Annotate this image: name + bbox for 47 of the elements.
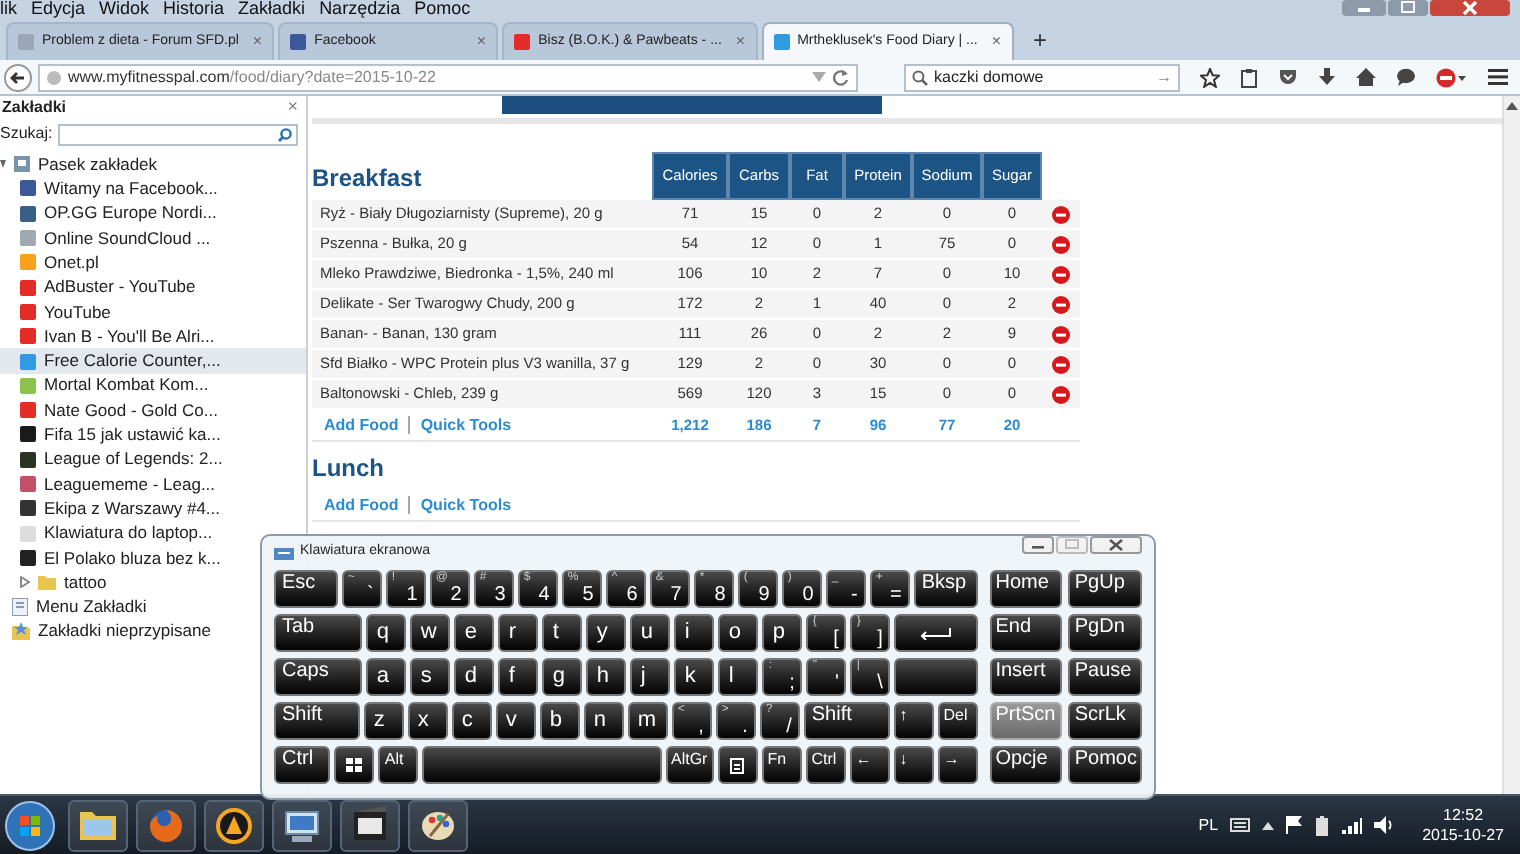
meal-title: Breakfast (312, 164, 424, 196)
bookmark-label: Ivan B - You'll Be Alri... (44, 323, 215, 350)
key-symbol: 7 (670, 584, 682, 606)
bookmark-label: Mortal Kombat Kom... (44, 372, 209, 399)
bookmark-label: Menu Zakładki (36, 594, 147, 620)
bookmark-label: OP.GG Europe Nordi... (44, 200, 217, 227)
key-symbol: 6 (626, 584, 638, 606)
bookmark-label: AdBuster - YouTube (44, 274, 196, 301)
search-label: Szukaj: (0, 122, 53, 146)
key-symbol: 0 (802, 584, 814, 606)
bookmark-label: Fifa 15 jak ustawić ka... (44, 422, 221, 448)
key-symbol: ; (789, 672, 795, 694)
key-symbol: - (851, 584, 858, 606)
bookmark-label: Zakładki nieprzypisane (38, 618, 211, 645)
key-symbol: 3 (494, 584, 506, 606)
key-symbol: 5 (582, 584, 594, 606)
bookmark-label: Leaguememe - Leag... (44, 471, 216, 497)
key-symbol: 1 (406, 584, 418, 606)
key-symbol: 8 (714, 584, 726, 606)
bookmark-label: Nate Good - Gold Co... (44, 397, 218, 423)
meal-title: Lunch (312, 454, 386, 486)
key-symbol: 2 (450, 584, 462, 606)
search-text: kaczki domowe (934, 65, 1046, 89)
key-symbol: \ (877, 672, 883, 694)
key-symbol: ] (877, 628, 883, 650)
url-text: www.myfitnesspal.com/food/diary?date=2015-10-22 (68, 65, 438, 89)
bookmark-label: tattoo (64, 569, 107, 596)
key-symbol: ' (834, 672, 839, 694)
bookmark-label: Ekipa z Warszawy #4... (44, 495, 221, 522)
bookmark-label: Free Calorie Counter,... (44, 348, 221, 374)
key-symbol: 9 (758, 584, 770, 606)
bookmark-label: League of Legends: 2... (44, 446, 223, 473)
key-symbol: / (786, 716, 792, 738)
key-symbol: ` (367, 584, 374, 606)
sidebar-title: Zakładki (2, 96, 67, 120)
bookmark-label: El Polako bluza bez k... (44, 545, 221, 571)
bookmark-label: Online SoundCloud ... (44, 225, 211, 251)
key-symbol: = (890, 584, 902, 606)
bookmark-label: Klawiatura do laptop... (44, 520, 213, 546)
bookmark-label: Witamy na Facebook... (44, 176, 218, 202)
bookmark-label: Onet.pl (44, 249, 99, 276)
key-symbol: [ (833, 628, 839, 650)
key-symbol: , (698, 716, 704, 738)
bookmark-label: Pasek zakładek (38, 151, 158, 178)
key-symbol: . (742, 716, 748, 738)
bookmark-label: YouTube (44, 299, 111, 325)
key-symbol: 4 (538, 584, 550, 606)
